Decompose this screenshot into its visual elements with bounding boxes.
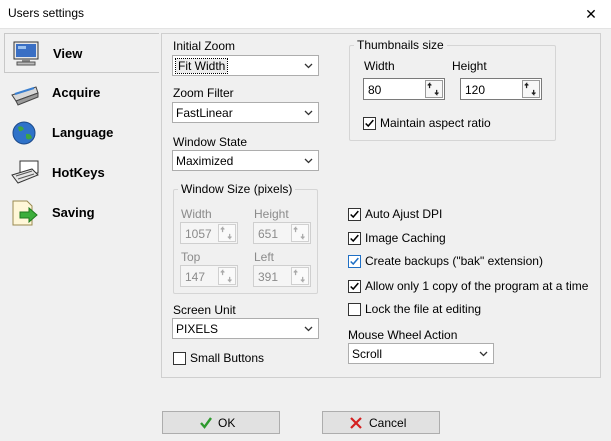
zoom-filter-value: FastLinear — [176, 106, 233, 120]
checkmark-icon — [348, 232, 361, 245]
initial-zoom-label: Initial Zoom — [173, 39, 236, 53]
chevron-down-icon — [304, 63, 313, 69]
thumbnails-title: Thumbnails size — [354, 38, 447, 52]
window-height-value: 651 — [258, 227, 279, 241]
mouse-wheel-label: Mouse Wheel Action — [348, 328, 458, 342]
option-label: Auto Ajust DPI — [365, 207, 443, 221]
window-top-value: 147 — [185, 270, 206, 284]
maintain-aspect-label: Maintain aspect ratio — [380, 116, 491, 130]
thumb-width-label: Width — [364, 59, 395, 73]
auto-adjust-dpi-checkbox[interactable]: Auto Ajust DPI — [348, 207, 468, 223]
spin-arrows-icon — [425, 80, 443, 98]
maintain-aspect-checkbox[interactable]: Maintain aspect ratio — [363, 116, 513, 132]
window-top-spinner[interactable]: 147 — [180, 265, 238, 287]
save-arrow-icon — [12, 200, 38, 226]
thumb-width-value: 80 — [368, 83, 382, 97]
spin-arrows-icon — [291, 224, 309, 242]
checkmark-icon — [348, 208, 361, 221]
window-state-select[interactable]: Maximized — [172, 150, 319, 171]
window-left-label: Left — [254, 250, 275, 264]
window-left-spinner[interactable]: 391 — [253, 265, 311, 287]
thumb-width-spinner[interactable]: 80 — [363, 78, 445, 100]
mouse-wheel-value: Scroll — [352, 347, 383, 361]
initial-zoom-select[interactable]: Fit Width — [172, 55, 319, 76]
option-label: Allow only 1 copy of the program at a ti… — [365, 279, 589, 293]
sidebar-item-saving[interactable]: Saving — [4, 193, 159, 233]
window-title: Users settings — [8, 6, 85, 20]
window-left-value: 391 — [258, 270, 279, 284]
sidebar-item-language[interactable]: Language — [4, 113, 159, 153]
window-top-label: Top — [181, 250, 201, 264]
spin-arrows-icon — [218, 267, 236, 285]
create-backups-checkbox[interactable]: Create backups ("bak" extension) — [348, 254, 548, 270]
cancel-label: Cancel — [369, 416, 407, 430]
chevron-down-icon — [304, 110, 313, 116]
small-buttons-checkbox[interactable]: Small Buttons — [173, 351, 273, 367]
sidebar-item-label: Acquire — [52, 85, 101, 100]
sidebar-item-acquire[interactable]: Acquire — [4, 73, 159, 113]
sidebar-item-label: HotKeys — [52, 165, 105, 180]
single-instance-checkbox[interactable]: Allow only 1 copy of the program at a ti… — [348, 279, 588, 295]
chevron-down-icon — [304, 326, 313, 332]
thumb-height-label: Height — [452, 59, 487, 73]
checkmark-icon — [348, 255, 361, 268]
window-height-spinner[interactable]: 651 — [253, 222, 311, 244]
option-label: Create backups ("bak" extension) — [365, 254, 543, 268]
window-state-value: Maximized — [176, 154, 234, 168]
window-width-value: 1057 — [185, 227, 212, 241]
zoom-filter-select[interactable]: FastLinear — [172, 102, 319, 123]
option-label: Image Caching — [365, 231, 446, 245]
sidebar-item-label: View — [53, 46, 83, 61]
check-icon — [200, 417, 212, 429]
window-size-title: Window Size (pixels) — [178, 182, 296, 196]
window-width-label: Width — [181, 207, 212, 221]
scanner-icon — [11, 86, 39, 106]
window-state-label: Window State — [173, 135, 248, 149]
screen-unit-label: Screen Unit — [173, 303, 236, 317]
sidebar-item-view[interactable]: View — [4, 33, 159, 73]
spin-arrows-icon — [522, 80, 540, 98]
monitor-icon — [13, 41, 39, 66]
checkbox-box — [348, 303, 361, 316]
small-buttons-label: Small Buttons — [190, 351, 265, 365]
chevron-down-icon — [304, 158, 313, 164]
window-height-label: Height — [254, 207, 289, 221]
image-caching-checkbox[interactable]: Image Caching — [348, 231, 468, 247]
sidebar-item-label: Language — [52, 125, 114, 140]
screen-unit-value: PIXELS — [176, 322, 219, 336]
option-label: Lock the file at editing — [365, 302, 482, 316]
title-bar — [0, 0, 611, 28]
screen-unit-select[interactable]: PIXELS — [172, 318, 319, 339]
thumb-height-value: 120 — [465, 83, 486, 97]
keyboard-icon — [11, 160, 39, 184]
cancel-button[interactable]: Cancel — [322, 411, 440, 434]
globe-icon — [12, 121, 36, 145]
sidebar-item-hotkeys[interactable]: HotKeys — [4, 153, 159, 193]
sidebar-item-label: Saving — [52, 205, 95, 220]
initial-zoom-value: Fit Width — [174, 58, 229, 74]
spin-arrows-icon — [218, 224, 236, 242]
sidebar: View Acquire Language HotKeys Saving — [4, 33, 159, 243]
checkmark-icon — [363, 117, 376, 130]
ok-label: OK — [218, 416, 236, 430]
thumb-height-spinner[interactable]: 120 — [460, 78, 542, 100]
lock-file-checkbox[interactable]: Lock the file at editing — [348, 302, 508, 318]
window-width-spinner[interactable]: 1057 — [180, 222, 238, 244]
ok-button[interactable]: OK — [162, 411, 280, 434]
chevron-down-icon — [479, 351, 488, 357]
spin-arrows-icon — [291, 267, 309, 285]
close-button[interactable]: ✕ — [576, 3, 606, 25]
x-icon — [350, 417, 362, 429]
checkmark-icon — [348, 280, 361, 293]
zoom-filter-label: Zoom Filter — [173, 86, 234, 100]
checkbox-box — [173, 352, 186, 365]
mouse-wheel-select[interactable]: Scroll — [348, 343, 494, 364]
